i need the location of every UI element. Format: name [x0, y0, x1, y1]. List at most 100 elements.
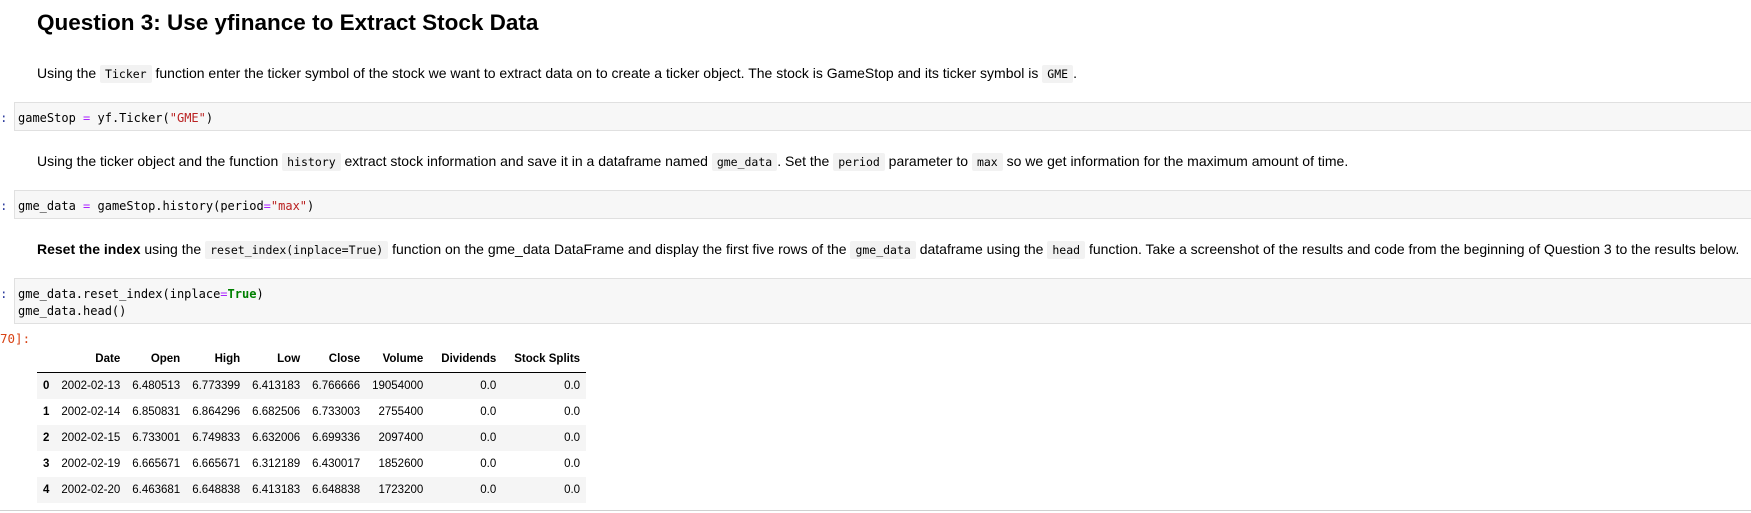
inline-code: Ticker: [100, 65, 152, 83]
instruction-paragraph-3: Reset the index using the reset_index(in…: [37, 241, 1739, 259]
table-cell: 0.0: [564, 380, 581, 392]
table-cell: 0.0: [480, 458, 497, 470]
table-cell: 2002-02-15: [61, 432, 121, 444]
table-cell: 6.413183: [252, 380, 301, 392]
table-cell: 6.480513: [132, 380, 181, 392]
code-token: "GME": [169, 111, 206, 125]
table-cell: 0.0: [564, 484, 581, 496]
table-row: 4 2002-02-20 6.463681 6.648838 6.413183 …: [37, 477, 587, 503]
table-cell: 6.733003: [312, 406, 361, 418]
inline-code: history: [282, 153, 341, 171]
table-cell: 0.0: [480, 406, 497, 418]
text: .: [1073, 65, 1077, 81]
table-row: 2 2002-02-15 6.733001 6.749833 6.632006 …: [37, 425, 587, 451]
column-header: Open: [126, 346, 187, 373]
instruction-paragraph-1: Using the Ticker function enter the tick…: [37, 65, 1077, 83]
inline-code: gme_data: [711, 153, 778, 171]
code-token: =: [263, 199, 271, 213]
table-cell: 2002-02-19: [61, 458, 121, 470]
row-index: 0: [43, 380, 50, 392]
table-cell: 0.0: [564, 458, 581, 470]
column-header: Close: [306, 346, 367, 373]
table-cell: 6.733001: [132, 432, 181, 444]
column-header: [37, 346, 56, 373]
table-cell: 6.773399: [192, 380, 241, 392]
row-index: 2: [43, 432, 50, 444]
table-cell: 2002-02-20: [61, 484, 121, 496]
table-cell: 19054000: [372, 380, 424, 392]
table-cell: 2002-02-13: [61, 380, 121, 392]
text: Using the: [37, 65, 101, 81]
inline-code: period: [833, 153, 885, 171]
code-token: =: [83, 199, 91, 213]
table-header-row: Date Open High Low Close Volume Dividend…: [37, 346, 587, 373]
table-cell: 6.850831: [132, 406, 181, 418]
column-header: Dividends: [429, 346, 503, 373]
text: dataframe using the: [915, 241, 1048, 257]
table-cell: 6.648838: [312, 484, 361, 496]
inline-code: head: [1047, 241, 1086, 259]
table-cell: 0.0: [480, 380, 497, 392]
table-cell: 6.312189: [252, 458, 301, 470]
column-header: Stock Splits: [502, 346, 587, 373]
row-index: 3: [43, 458, 50, 470]
code-token: ): [256, 287, 264, 301]
table-cell: 2097400: [378, 432, 424, 444]
table-cell: 6.665671: [132, 458, 181, 470]
code-cell-1[interactable]: gameStop = yf.Ticker("GME"): [14, 102, 1751, 131]
inline-code: max: [971, 153, 1003, 171]
table-cell: 1852600: [378, 458, 424, 470]
column-header: High: [186, 346, 247, 373]
text: using the: [140, 241, 206, 257]
code-cell-3[interactable]: gme_data.reset_index(inplace=True) gme_d…: [14, 278, 1751, 324]
inline-code: GME: [1042, 65, 1074, 83]
column-header: Volume: [366, 346, 430, 373]
table-row: 0 2002-02-13 6.480513 6.773399 6.413183 …: [37, 372, 587, 399]
table-cell: 6.864296: [192, 406, 241, 418]
code-token: =: [83, 111, 91, 125]
table-cell: 0.0: [480, 484, 497, 496]
code-cell-2[interactable]: gme_data = gameStop.history(period="max"…: [14, 190, 1751, 219]
code-token: True: [227, 287, 257, 301]
table-cell: 2002-02-14: [61, 406, 121, 418]
text: extract stock information and save it in…: [340, 153, 712, 169]
table-row: 3 2002-02-19 6.665671 6.665671 6.312189 …: [37, 451, 586, 477]
input-prompt: :: [0, 286, 8, 301]
code-token: gme_data.reset_index(inplace: [18, 287, 221, 301]
column-header: Low: [246, 346, 307, 373]
inline-code: reset_index(inplace=True): [205, 241, 389, 259]
table-cell: 6.430017: [312, 458, 361, 470]
code-token: yf.Ticker(: [97, 111, 170, 125]
dataframe-table: Date Open High Low Close Volume Dividend…: [37, 346, 587, 503]
code-token: gme_data: [18, 199, 76, 213]
table-cell: 0.0: [480, 432, 497, 444]
table-cell: 2755400: [378, 406, 424, 418]
table-cell: 6.682506: [252, 406, 301, 418]
table-cell: 6.766666: [312, 380, 361, 392]
instruction-paragraph-2: Using the ticker object and the function…: [37, 153, 1349, 171]
table-cell: 6.699336: [312, 432, 361, 444]
code-token: =: [220, 287, 228, 301]
code-token: gme_data.head(): [18, 304, 127, 318]
table-cell: 6.413183: [252, 484, 301, 496]
table-cell: 6.463681: [132, 484, 181, 496]
question-heading: Question 3: Use yfinance to Extract Stoc…: [37, 10, 539, 35]
table-row: 1 2002-02-14 6.850831 6.864296 6.682506 …: [37, 399, 586, 425]
table-cell: 0.0: [564, 432, 581, 444]
code-token: gameStop.history(period: [97, 199, 264, 213]
row-index: 1: [43, 406, 50, 418]
column-header: Date: [55, 346, 127, 373]
table-cell: 1723200: [378, 484, 424, 496]
row-index: 4: [43, 484, 50, 496]
code-token: gameStop: [18, 111, 76, 125]
table-cell: 6.749833: [192, 432, 241, 444]
bold-text: Reset the index: [37, 241, 141, 257]
table-cell: 6.665671: [192, 458, 241, 470]
table-cell: 6.632006: [252, 432, 301, 444]
text: function enter the ticker symbol of the …: [151, 65, 1043, 81]
text: function on the gme_data DataFrame and d…: [388, 241, 851, 257]
input-prompt: :: [0, 110, 8, 125]
table-cell: 6.648838: [192, 484, 241, 496]
text: so we get information for the maximum am…: [1002, 153, 1349, 169]
code-token: ): [307, 199, 315, 213]
